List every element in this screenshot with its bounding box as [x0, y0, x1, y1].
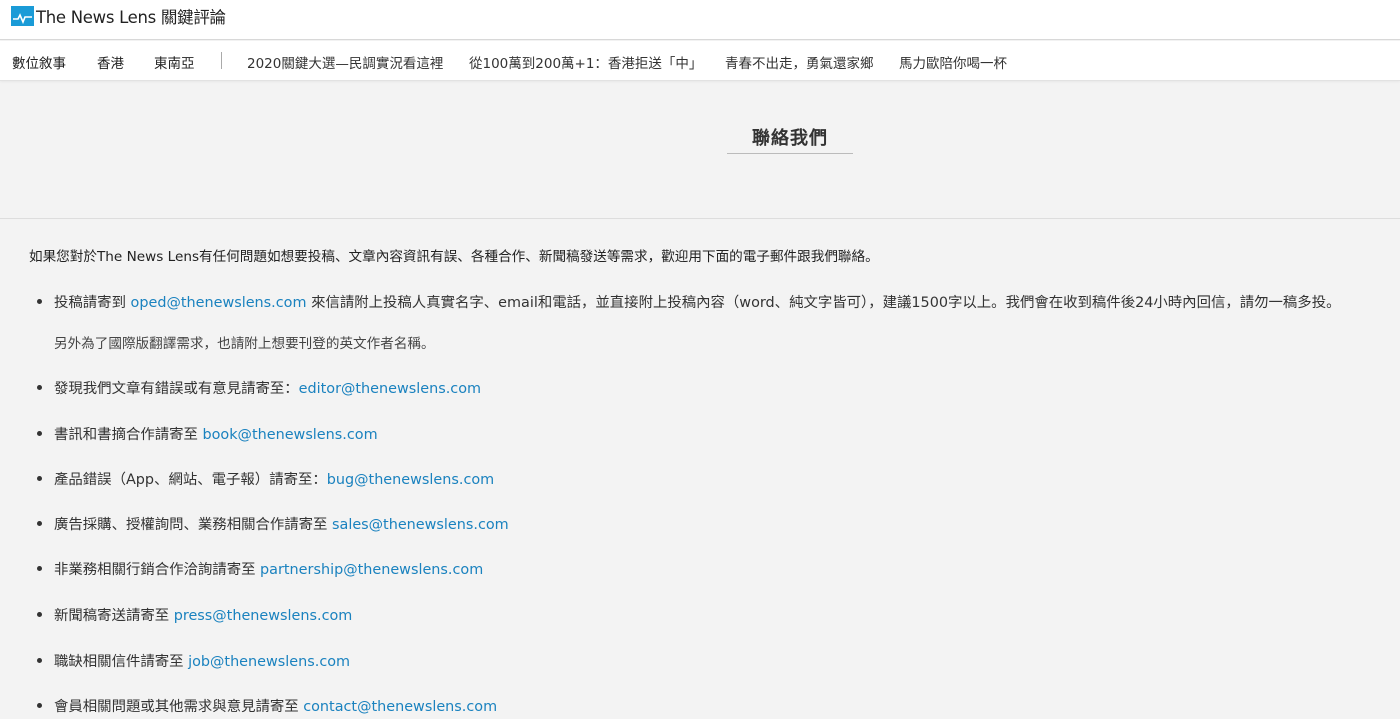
nav-item-hong-kong[interactable]: 香港: [97, 52, 124, 72]
contact-item-label: 廣告採購、授權詢問、業務相關合作請寄至: [54, 517, 332, 533]
contact-item-label: 非業務相關行銷合作洽詢請寄至: [54, 562, 261, 578]
main-nav: 數位敘事 香港 東南亞 2020關鍵大選—民調實況看這裡 從100萬到200萬+…: [0, 41, 1400, 81]
site-logo-text: The News Lens 關鍵評論: [36, 8, 226, 27]
contact-item-label: 會員相關問題或其他需求與意見請寄至: [54, 699, 304, 715]
contact-item-editor: 發現我們文章有錯誤或有意見請寄至：editor@thenewslens.com: [37, 377, 481, 398]
contact-item-job: 職缺相關信件請寄至 job@thenewslens.com: [37, 650, 350, 671]
top-header: The News Lens 關鍵評論: [0, 0, 1400, 40]
email-link-editor[interactable]: editor@thenewslens.com: [299, 381, 481, 397]
email-link-bug[interactable]: bug@thenewslens.com: [327, 472, 494, 488]
newslens-logo-icon: [11, 6, 34, 26]
site-logo-link[interactable]: The News Lens 關鍵評論: [11, 5, 226, 27]
contact-item-partnership: 非業務相關行銷合作洽詢請寄至 partnership@thenewslens.c…: [37, 558, 483, 579]
contact-item-label: 投稿請寄到: [54, 295, 131, 311]
nav-item-digital-story[interactable]: 數位敘事: [12, 52, 66, 72]
nav-divider: [221, 52, 222, 69]
email-link-partnership[interactable]: partnership@thenewslens.com: [260, 562, 483, 578]
contact-item-label: 發現我們文章有錯誤或有意見請寄至：: [54, 381, 299, 397]
nav-tag-youth[interactable]: 青春不出走，勇氣還家鄉: [725, 52, 874, 72]
contact-item-oped-note: 另外為了國際版翻譯需求，也請附上想要刊登的英文作者名稱。: [54, 336, 435, 352]
contact-item-book: 書訊和書摘合作請寄至 book@thenewslens.com: [37, 423, 378, 444]
contact-item-label: 職缺相關信件請寄至: [54, 654, 189, 670]
email-link-job[interactable]: job@thenewslens.com: [188, 654, 350, 670]
intro-text: 如果您對於The News Lens有任何問題如想要投稿、文章內容資訊有誤、各種…: [29, 249, 879, 265]
nav-item-southeast-asia[interactable]: 東南亞: [154, 52, 195, 72]
nav-tag-hong-kong[interactable]: 從100萬到200萬+1：香港拒送「中」: [469, 52, 702, 72]
contact-item-sales: 廣告採購、授權詢問、業務相關合作請寄至 sales@thenewslens.co…: [37, 513, 509, 534]
contact-item-label: 新聞稿寄送請寄至: [54, 608, 174, 624]
nav-tag-mario[interactable]: 馬力歐陪你喝一杯: [899, 52, 1007, 72]
contact-item-label: 產品錯誤（App、網站、電子報）請寄至：: [54, 472, 327, 488]
page-title: 聯絡我們: [727, 124, 853, 154]
contact-item-note: 來信請附上投稿人真實名字、email和電話，並直接附上投稿內容（word、純文字…: [306, 295, 1341, 311]
contact-item-oped: 投稿請寄到 oped@thenewslens.com 來信請附上投稿人真實名字、…: [37, 291, 1340, 312]
email-link-sales[interactable]: sales@thenewslens.com: [332, 517, 509, 533]
email-link-oped[interactable]: oped@thenewslens.com: [131, 295, 307, 311]
email-link-contact[interactable]: contact@thenewslens.com: [303, 699, 497, 715]
email-link-book[interactable]: book@thenewslens.com: [202, 427, 377, 443]
contact-item-press: 新聞稿寄送請寄至 press@thenewslens.com: [37, 604, 352, 625]
nav-tag-election[interactable]: 2020關鍵大選—民調實況看這裡: [247, 52, 443, 72]
section-divider: [0, 218, 1400, 219]
email-link-press[interactable]: press@thenewslens.com: [174, 608, 353, 624]
contact-item-contact: 會員相關問題或其他需求與意見請寄至 contact@thenewslens.co…: [37, 695, 497, 716]
contact-item-bug: 產品錯誤（App、網站、電子報）請寄至：bug@thenewslens.com: [37, 468, 494, 489]
contact-item-label: 書訊和書摘合作請寄至: [54, 427, 203, 443]
